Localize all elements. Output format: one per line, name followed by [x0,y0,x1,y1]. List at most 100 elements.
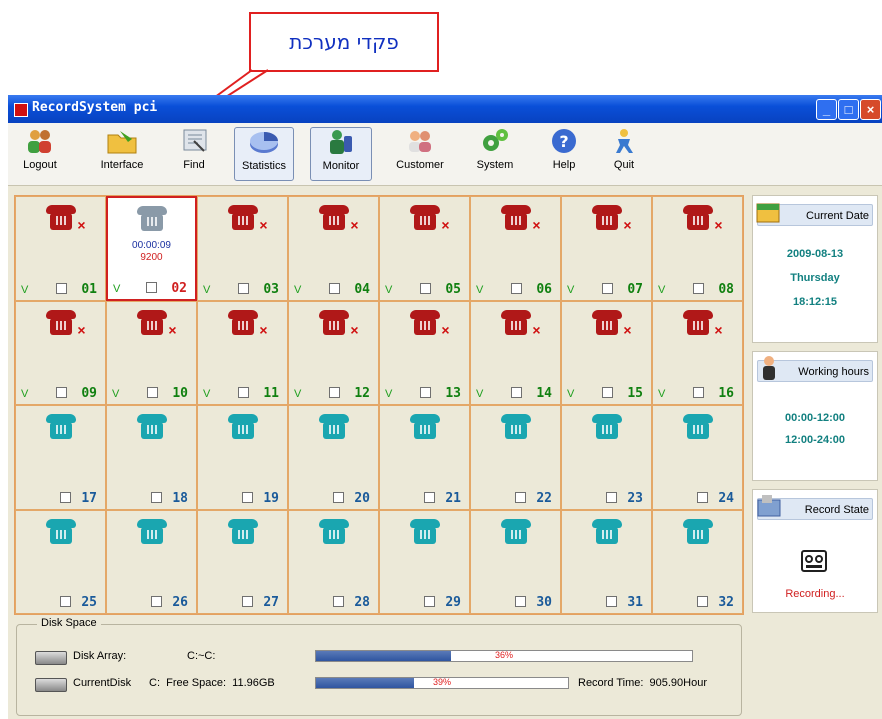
channel-checkbox[interactable] [56,387,67,398]
app-window: RecordSystem pci _ □ × Logout Interface … [8,95,882,719]
channel-checkbox[interactable] [60,491,71,503]
channel-cell[interactable]: 18 [106,405,197,510]
channel-cell[interactable]: 29 [379,509,470,614]
channel-cell[interactable]: 23 [561,405,652,510]
channel-checkbox[interactable] [511,282,522,294]
channel-cell[interactable]: 27 [197,509,288,614]
channel-number: 26 [172,595,188,610]
help-label: Help [552,159,576,171]
channel-cell[interactable]: × V 15 [561,300,652,405]
statistics-button[interactable]: Statistics [234,127,294,181]
channel-checkbox[interactable] [697,491,708,503]
channel-checkbox[interactable] [242,491,253,503]
channel-cell[interactable]: 30 [470,509,561,614]
channel-cell[interactable]: 17 [15,405,106,510]
channel-cell[interactable]: 00:00:09 9200 V 02 [106,196,197,301]
channel-cell[interactable]: × V 13 [379,300,470,405]
current-disk-free-space: C: Free Space: 11.96GB [149,677,275,689]
tape-recorder-icon [801,548,827,574]
channel-number: 32 [718,595,734,610]
channel-cell[interactable]: × V 10 [106,300,197,405]
channel-checkbox[interactable] [697,596,708,607]
channel-number: 20 [354,490,370,506]
channel-checkbox[interactable] [606,596,617,607]
channel-checkbox[interactable] [420,387,431,398]
channel-checkbox[interactable] [515,491,526,503]
channel-checkbox[interactable] [424,596,435,607]
channel-checkbox[interactable] [146,281,157,293]
channel-cell[interactable]: 24 [652,405,743,510]
channel-cell[interactable]: 19 [197,405,288,510]
phone-in-call-icon [136,206,167,232]
customer-button[interactable]: Customer [392,127,448,179]
channel-number: 12 [354,386,370,401]
channel-cell[interactable]: 25 [15,509,106,614]
phone-offline-icon: × [318,205,359,233]
channel-cell[interactable]: 20 [288,405,379,510]
channel-v-mark: V [21,388,29,400]
channel-checkbox[interactable] [329,282,340,294]
call-extension: 9200 [140,252,163,263]
channel-cell[interactable]: 22 [470,405,561,510]
channel-checkbox[interactable] [693,387,704,398]
channel-checkbox[interactable] [238,387,249,398]
maximize-button[interactable]: □ [838,99,859,120]
close-button[interactable]: × [860,99,881,120]
channel-cell[interactable]: 26 [106,509,197,614]
channel-checkbox[interactable] [602,387,613,398]
channel-cell[interactable]: × V 05 [379,196,470,301]
channel-checkbox[interactable] [147,387,158,398]
help-button[interactable]: ? Help [546,127,582,179]
channel-checkbox[interactable] [424,491,435,503]
channel-number: 16 [718,386,734,401]
channel-cell[interactable]: 31 [561,509,652,614]
channel-checkbox[interactable] [151,596,162,607]
worker-icon [755,354,783,382]
channel-checkbox[interactable] [606,491,617,503]
channel-cell[interactable]: × V 09 [15,300,106,405]
channel-checkbox[interactable] [420,282,431,294]
channel-checkbox[interactable] [329,387,340,398]
find-button[interactable]: Find [172,127,216,179]
quit-button[interactable]: Quit [606,127,642,179]
channel-cell[interactable]: × V 07 [561,196,652,301]
channel-checkbox[interactable] [56,282,67,294]
channel-cell[interactable]: 28 [288,509,379,614]
channel-checkbox[interactable] [511,387,522,398]
channel-checkbox[interactable] [602,282,613,294]
channel-checkbox[interactable] [238,282,249,294]
channel-cell[interactable]: × V 14 [470,300,561,405]
channel-checkbox[interactable] [693,282,704,294]
channel-cell[interactable]: × V 16 [652,300,743,405]
channel-checkbox[interactable] [242,596,253,607]
channel-grid: × V 01 00:00:09 9200 V 02 × V 03 × V 04 × V 05 × V 06 × V 07 ×… [14,195,744,615]
channel-number: 23 [627,490,643,506]
system-button[interactable]: System [470,127,520,179]
channel-checkbox[interactable] [333,491,344,503]
logout-button[interactable]: Logout [18,127,62,179]
title-bar[interactable]: RecordSystem pci _ □ × [8,95,882,123]
channel-checkbox[interactable] [515,596,526,607]
channel-checkbox[interactable] [333,596,344,607]
customer-icon [404,127,436,155]
minimize-button[interactable]: _ [816,99,837,120]
working-hours-range-2: 12:00-24:00 [785,434,845,446]
channel-cell[interactable]: × V 12 [288,300,379,405]
channel-cell[interactable]: × V 01 [15,196,106,301]
monitor-button[interactable]: Monitor [310,127,372,181]
channel-cell[interactable]: × V 11 [197,300,288,405]
phone-idle-icon [591,414,622,440]
channel-cell[interactable]: × V 08 [652,196,743,301]
channel-cell[interactable]: 21 [379,405,470,510]
channel-number: 11 [263,386,279,401]
channel-checkbox[interactable] [60,596,71,607]
phone-offline-icon: × [409,205,450,233]
customer-label: Customer [396,159,444,171]
channel-cell[interactable]: × V 03 [197,196,288,301]
channel-cell[interactable]: 32 [652,509,743,614]
interface-button[interactable]: Interface [94,127,150,179]
channel-v-mark: V [567,283,575,296]
channel-cell[interactable]: × V 06 [470,196,561,301]
channel-cell[interactable]: × V 04 [288,196,379,301]
channel-checkbox[interactable] [151,491,162,503]
